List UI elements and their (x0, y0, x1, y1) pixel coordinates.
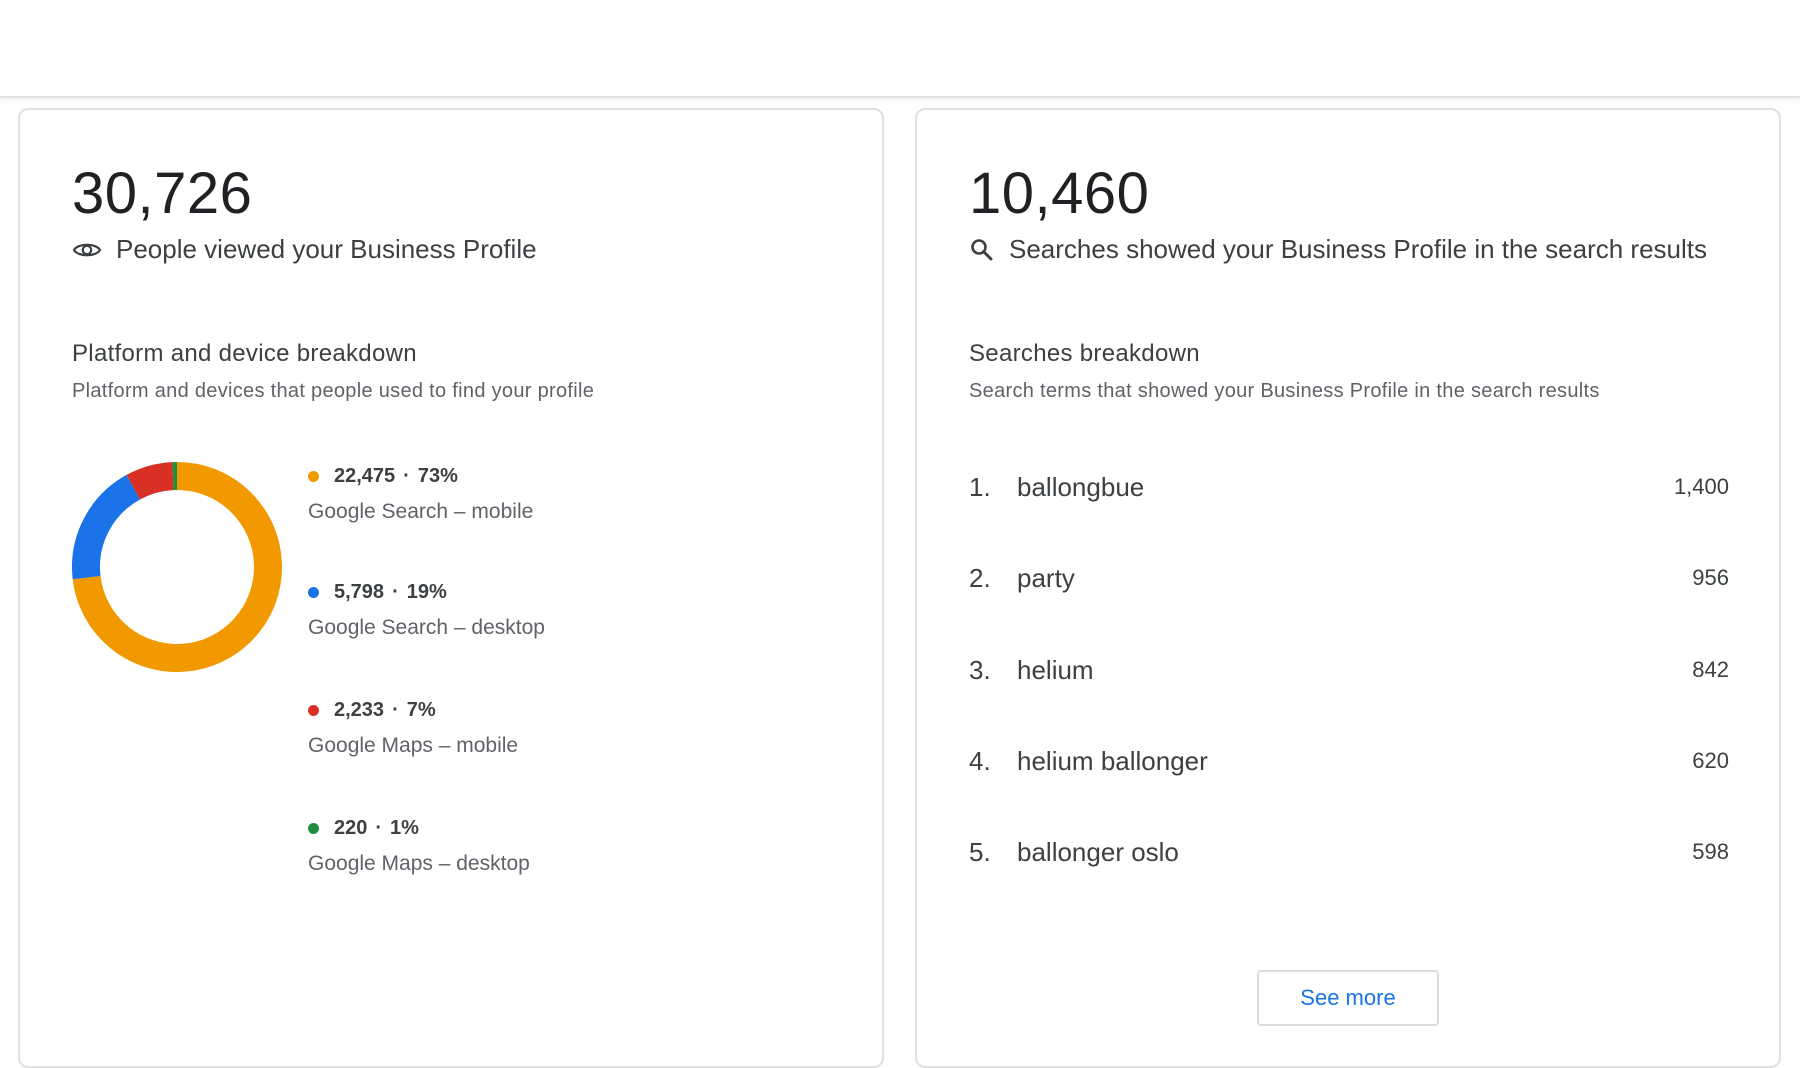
views-metric-row: People viewed your Business Profile (72, 234, 537, 265)
search-icon (969, 237, 995, 263)
legend-label: Google Search – desktop (308, 616, 708, 640)
search-term-count: 598 (1692, 839, 1729, 865)
search-term-row: 5. ballonger oslo 598 (969, 832, 1729, 872)
search-term-text: helium (1017, 655, 1692, 686)
legend-label: Google Maps – desktop (308, 852, 708, 876)
views-total: 30,726 (72, 162, 252, 226)
search-term-rank: 3. (969, 655, 1017, 686)
searches-total: 10,460 (969, 162, 1149, 226)
search-term-text: ballongbue (1017, 472, 1674, 503)
search-term-rank: 4. (969, 746, 1017, 777)
legend-label: Google Search – mobile (308, 500, 708, 524)
top-bar (0, 0, 1800, 98)
legend-separator: · (375, 817, 382, 840)
legend-value: 5,798 (334, 581, 384, 604)
search-term-row: 2. party 956 (969, 558, 1729, 598)
platform-breakdown-subtitle: Platform and devices that people used to… (72, 380, 594, 403)
searches-breakdown-subtitle: Search terms that showed your Business P… (969, 380, 1600, 403)
search-term-text: helium ballonger (1017, 746, 1692, 777)
donut-slice-search-desktop (86, 487, 133, 577)
see-more-button[interactable]: See more (1257, 970, 1439, 1026)
profile-views-card: 30,726 People viewed your Business Profi… (18, 108, 884, 1068)
legend-dot (308, 823, 319, 834)
legend-dot (308, 471, 319, 482)
eye-icon (72, 240, 102, 260)
legend-percent: 1% (390, 817, 419, 840)
legend-item-maps-mobile: 2,233 · 7% Google Maps – mobile (308, 696, 708, 758)
donut-slice-maps-mobile (133, 476, 173, 487)
search-term-row: 3. helium 842 (969, 650, 1729, 690)
legend-percent: 19% (407, 581, 447, 604)
searches-card: 10,460 Searches showed your Business Pro… (915, 108, 1781, 1068)
searches-metric-row: Searches showed your Business Profile in… (969, 234, 1707, 265)
search-term-rank: 5. (969, 837, 1017, 868)
search-term-text: party (1017, 563, 1692, 594)
search-term-count: 1,400 (1674, 474, 1729, 500)
searches-metric-label: Searches showed your Business Profile in… (1009, 234, 1707, 265)
search-term-text: ballonger oslo (1017, 837, 1692, 868)
platform-donut-chart (72, 462, 282, 672)
legend-separator: · (392, 581, 399, 604)
legend-dot (308, 587, 319, 598)
searches-breakdown-title: Searches breakdown (969, 340, 1200, 368)
legend-value: 22,475 (334, 465, 395, 488)
search-term-rank: 1. (969, 472, 1017, 503)
legend-dot (308, 705, 319, 716)
legend-value: 220 (334, 817, 367, 840)
legend-item-search-mobile: 22,475 · 73% Google Search – mobile (308, 462, 708, 524)
search-term-count: 956 (1692, 565, 1729, 591)
legend-percent: 73% (418, 465, 458, 488)
legend-percent: 7% (407, 699, 436, 722)
legend-separator: · (403, 465, 410, 488)
search-term-row: 4. helium ballonger 620 (969, 741, 1729, 781)
platform-breakdown-title: Platform and device breakdown (72, 340, 417, 368)
views-metric-label: People viewed your Business Profile (116, 234, 537, 265)
legend-item-search-desktop: 5,798 · 19% Google Search – desktop (308, 578, 708, 640)
legend-value: 2,233 (334, 699, 384, 722)
search-term-row: 1. ballongbue 1,400 (969, 467, 1729, 507)
legend-label: Google Maps – mobile (308, 734, 708, 758)
legend-item-maps-desktop: 220 · 1% Google Maps – desktop (308, 814, 708, 876)
search-term-rank: 2. (969, 563, 1017, 594)
search-term-count: 620 (1692, 748, 1729, 774)
legend-separator: · (392, 699, 399, 722)
search-term-count: 842 (1692, 657, 1729, 683)
